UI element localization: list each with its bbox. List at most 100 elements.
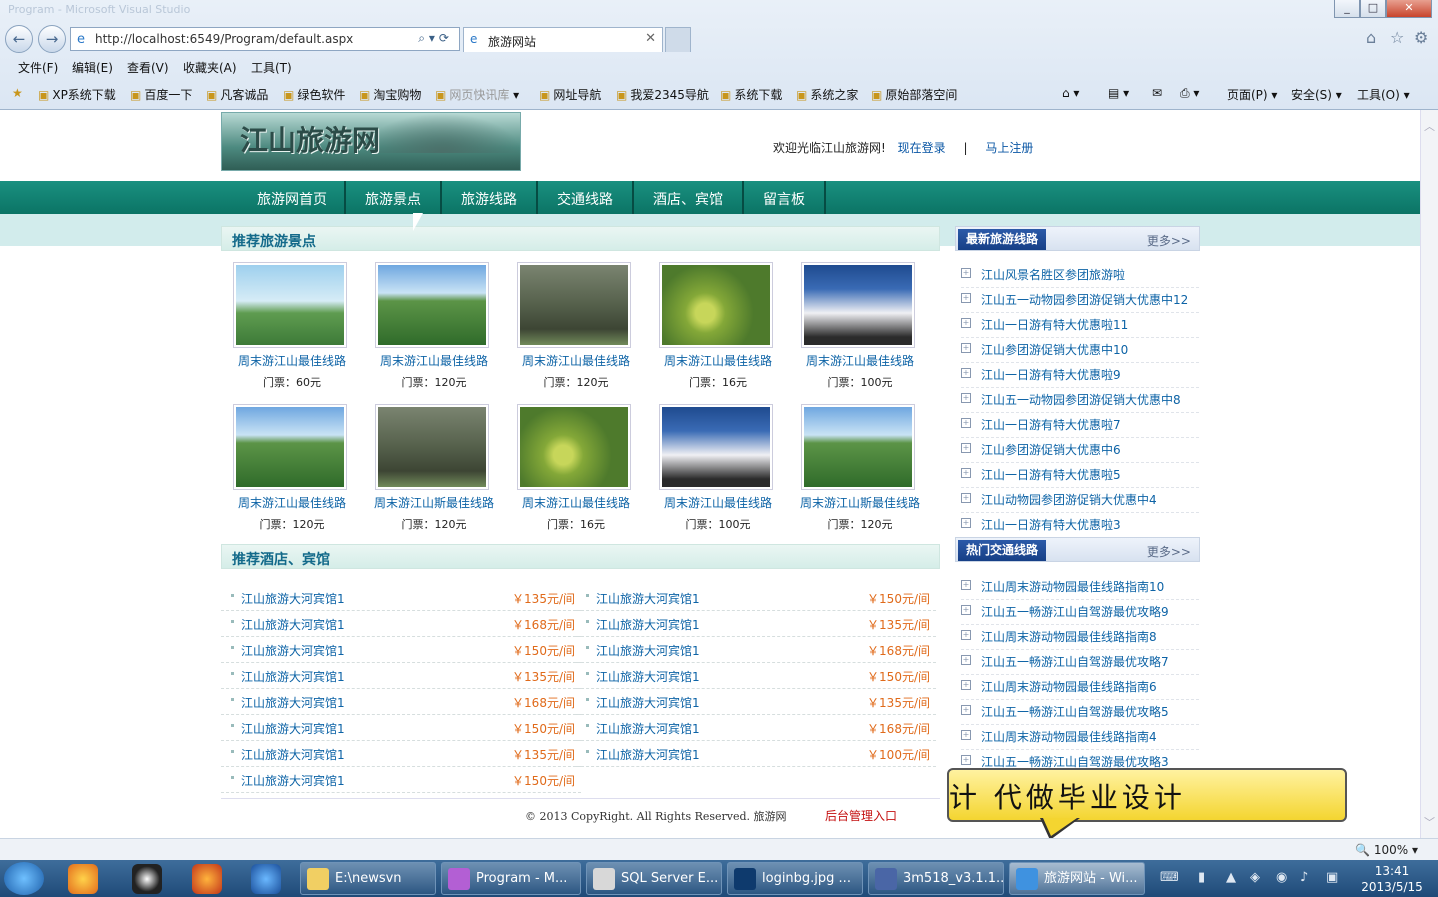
- fav-item[interactable]: ▣ 凡客诚品: [206, 86, 268, 103]
- spot-card[interactable]: 周末游江山最佳线路 门票：100元: [797, 262, 915, 392]
- nav-routes[interactable]: 旅游线路: [442, 181, 538, 214]
- spot-photo[interactable]: [375, 262, 489, 348]
- minimize-button[interactable]: _: [1334, 0, 1360, 18]
- favorites-star-icon[interactable]: ★: [12, 86, 26, 100]
- sidebar-link[interactable]: 江山周末游动物园最佳线路指南10: [981, 578, 1164, 595]
- taskbar-item-ie[interactable]: 旅游网站 - Wi...: [1009, 862, 1145, 895]
- fav-item[interactable]: ▣ 淘宝购物: [359, 86, 421, 103]
- menu-tools[interactable]: 工具(T): [251, 59, 292, 76]
- spot-name-link[interactable]: 周末游江山斯最佳线路: [371, 494, 497, 511]
- hotel-name-link[interactable]: 江山旅游大河宾馆1: [596, 694, 700, 711]
- hotel-name-link[interactable]: 江山旅游大河宾馆1: [241, 694, 345, 711]
- sidebar-list-item[interactable]: + 江山周末游动物园最佳线路指南4: [961, 725, 1199, 750]
- spot-card[interactable]: 周末游江山最佳线路 门票：100元: [655, 404, 773, 534]
- sidebar-list-item[interactable]: + 江山五一动物园参团游促销大优惠中8: [961, 388, 1199, 413]
- spot-photo[interactable]: [233, 404, 347, 490]
- taskbar-item-vs[interactable]: Program - M...: [441, 862, 581, 895]
- admin-link[interactable]: 后台管理入口: [825, 807, 897, 824]
- spot-name-link[interactable]: 周末游江山最佳线路: [513, 352, 639, 369]
- print-icon[interactable]: ⎙ ▾: [1180, 86, 1199, 101]
- menu-edit[interactable]: 编辑(E): [72, 59, 113, 76]
- fav-item[interactable]: ▣ 百度一下: [130, 86, 192, 103]
- sidebar-link[interactable]: 江山一日游有特大优惠啦9: [981, 366, 1121, 383]
- traffic-more-link[interactable]: 更多>>: [1147, 543, 1191, 560]
- sidebar-link[interactable]: 江山一日游有特大优惠啦5: [981, 466, 1121, 483]
- new-tab-button[interactable]: [665, 27, 691, 52]
- spot-name-link[interactable]: 周末游江山最佳线路: [655, 352, 781, 369]
- fav-item[interactable]: ▣ 我爱2345导航: [616, 86, 709, 103]
- spot-card[interactable]: 周末游江山最佳线路 门票：120元: [229, 404, 347, 534]
- scroll-down-icon[interactable]: ﹀: [1424, 814, 1435, 830]
- taskbar-item-folder[interactable]: E:\newsvn: [300, 862, 436, 895]
- sidebar-link[interactable]: 江山一日游有特大优惠啦11: [981, 316, 1128, 333]
- firefox-icon[interactable]: [192, 864, 222, 894]
- fav-item[interactable]: ▣ 网页快讯库 ▾: [435, 86, 519, 103]
- spot-card[interactable]: 周末游江山斯最佳线路 门票：120元: [797, 404, 920, 534]
- sidebar-list-item[interactable]: + 江山周末游动物园最佳线路指南6: [961, 675, 1199, 700]
- spot-card[interactable]: 周末游江山最佳线路 门票：120元: [513, 262, 631, 392]
- volume-icon[interactable]: ♪: [1300, 870, 1308, 885]
- app-icon-palette[interactable]: [68, 864, 98, 894]
- search-icon[interactable]: ⌕▾⟳: [418, 31, 453, 46]
- hotel-name-link[interactable]: 江山旅游大河宾馆1: [241, 642, 345, 659]
- spot-card[interactable]: 周末游江山最佳线路 门票：60元: [229, 262, 347, 392]
- fav-item[interactable]: ▣ 系统下载: [720, 86, 782, 103]
- back-button[interactable]: ←: [5, 25, 33, 53]
- safety-menu[interactable]: 安全(S) ▾: [1291, 86, 1342, 103]
- qq-icon[interactable]: [132, 864, 162, 894]
- maximize-button[interactable]: □: [1360, 0, 1386, 18]
- mail-icon[interactable]: ✉: [1152, 86, 1162, 100]
- hotel-name-link[interactable]: 江山旅游大河宾馆1: [241, 772, 345, 789]
- monitor-icon[interactable]: ▣: [1326, 870, 1338, 885]
- scroll-up-icon[interactable]: ︿: [1424, 118, 1435, 134]
- sidebar-list-item[interactable]: + 江山周末游动物园最佳线路指南10: [961, 575, 1199, 600]
- nav-home[interactable]: 旅游网首页: [240, 181, 346, 214]
- zoom-control[interactable]: 🔍 100% ▾: [1355, 843, 1418, 857]
- nav-traffic[interactable]: 交通线路: [538, 181, 634, 214]
- rss-icon[interactable]: ▤ ▾: [1108, 86, 1129, 100]
- spot-name-link[interactable]: 周末游江山最佳线路: [229, 352, 355, 369]
- sidebar-link[interactable]: 江山风景名胜区参团旅游啦: [981, 266, 1125, 283]
- sidebar-list-item[interactable]: + 江山参团游促销大优惠中10: [961, 338, 1199, 363]
- hotel-name-link[interactable]: 江山旅游大河宾馆1: [241, 668, 345, 685]
- taskbar-item-3m[interactable]: 3m518_v3.1.1...: [868, 862, 1004, 895]
- home-menu-icon[interactable]: ⌂ ▾: [1062, 86, 1079, 100]
- nav-guestbook[interactable]: 留言板: [744, 181, 826, 214]
- sidebar-list-item[interactable]: + 江山一日游有特大优惠啦11: [961, 313, 1199, 338]
- hotel-name-link[interactable]: 江山旅游大河宾馆1: [241, 746, 345, 763]
- fav-item[interactable]: ▣ 网址导航: [539, 86, 601, 103]
- menu-favorites[interactable]: 收藏夹(A): [183, 59, 237, 76]
- address-bar[interactable]: e http://localhost:6549/Program/default.…: [70, 27, 460, 51]
- sidebar-link[interactable]: 江山动物园参团游促销大优惠中4: [981, 491, 1157, 508]
- spot-name-link[interactable]: 周末游江山最佳线路: [797, 352, 923, 369]
- taskbar-item-sql[interactable]: SQL Server E...: [586, 862, 722, 895]
- login-link[interactable]: 现在登录: [898, 141, 946, 155]
- hotel-name-link[interactable]: 江山旅游大河宾馆1: [596, 590, 700, 607]
- spot-photo[interactable]: [801, 262, 915, 348]
- page-menu[interactable]: 页面(P) ▾: [1227, 86, 1277, 103]
- sidebar-list-item[interactable]: + 江山五一畅游江山自驾游最优攻略7: [961, 650, 1199, 675]
- hotel-name-link[interactable]: 江山旅游大河宾馆1: [596, 642, 700, 659]
- hotel-name-link[interactable]: 江山旅游大河宾馆1: [241, 590, 345, 607]
- tab-close-icon[interactable]: ✕: [645, 31, 656, 46]
- sidebar-list-item[interactable]: + 江山参团游促销大优惠中6: [961, 438, 1199, 463]
- star-icon[interactable]: ☆: [1390, 28, 1404, 47]
- spot-photo[interactable]: [517, 262, 631, 348]
- register-link[interactable]: 马上注册: [985, 141, 1033, 155]
- routes-more-link[interactable]: 更多>>: [1147, 232, 1191, 249]
- network-icon[interactable]: ◉: [1276, 870, 1287, 885]
- hotel-name-link[interactable]: 江山旅游大河宾馆1: [596, 720, 700, 737]
- shield-icon[interactable]: ◈: [1250, 870, 1260, 885]
- sidebar-link[interactable]: 江山周末游动物园最佳线路指南4: [981, 728, 1157, 745]
- sidebar-link[interactable]: 江山周末游动物园最佳线路指南6: [981, 678, 1157, 695]
- spot-card[interactable]: 周末游江山最佳线路 门票：16元: [655, 262, 773, 392]
- sidebar-link[interactable]: 江山五一畅游江山自驾游最优攻略9: [981, 603, 1169, 620]
- spot-photo[interactable]: [233, 262, 347, 348]
- sidebar-list-item[interactable]: + 江山五一畅游江山自驾游最优攻略9: [961, 600, 1199, 625]
- sidebar-list-item[interactable]: + 江山一日游有特大优惠啦7: [961, 413, 1199, 438]
- spot-photo[interactable]: [659, 262, 773, 348]
- sidebar-link[interactable]: 江山一日游有特大优惠啦3: [981, 516, 1121, 533]
- battery-icon[interactable]: ▮: [1198, 870, 1205, 885]
- hotel-name-link[interactable]: 江山旅游大河宾馆1: [241, 616, 345, 633]
- spot-name-link[interactable]: 周末游江山最佳线路: [513, 494, 639, 511]
